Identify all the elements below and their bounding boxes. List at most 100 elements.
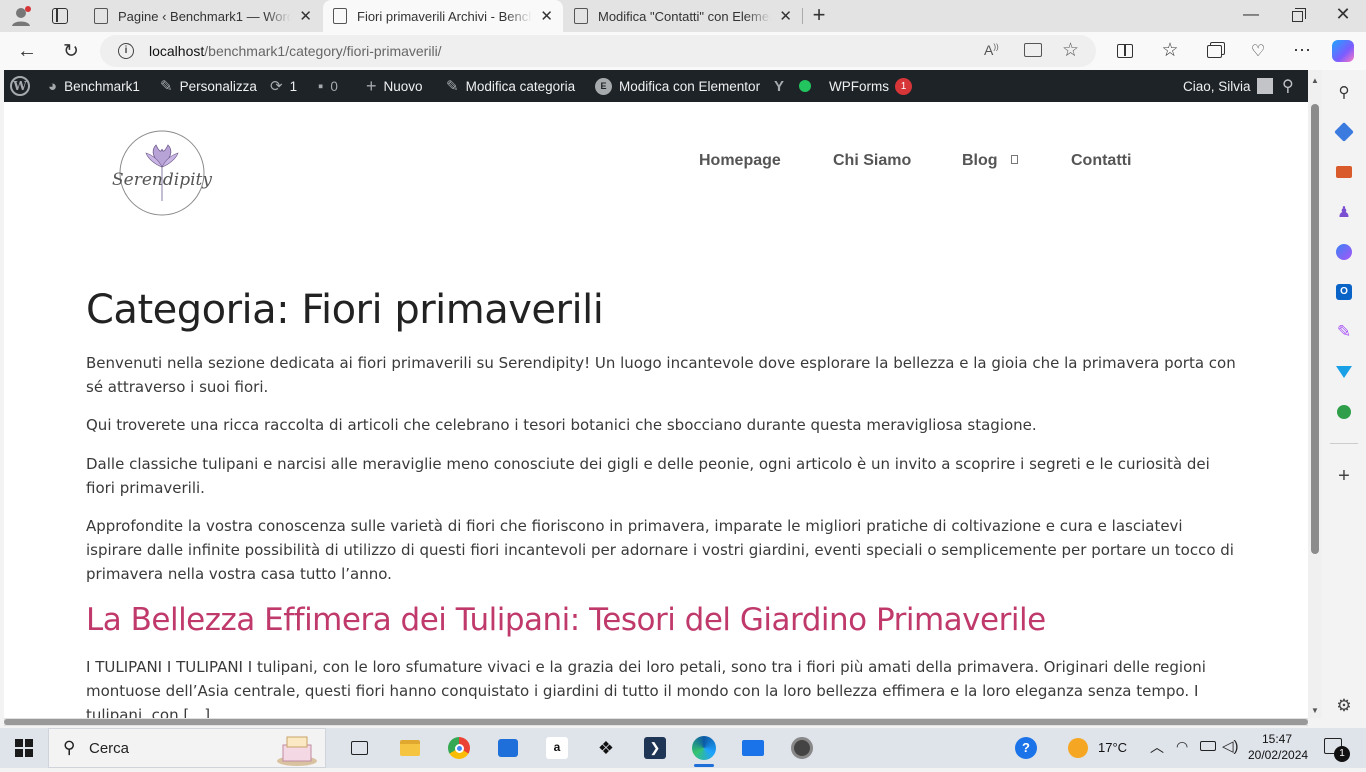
admin-customize-link[interactable]: ✎ Personalizza — [160, 70, 257, 102]
search-icon[interactable]: ⚲ — [1334, 82, 1354, 102]
url-text[interactable]: localhost/benchmark1/category/fiori-prim… — [149, 43, 442, 59]
weather-temp[interactable]: 17°C — [1098, 740, 1127, 755]
admin-site-link[interactable]: ◕ Benchmark1 — [48, 70, 140, 102]
serendipity-logo-image: Serendipity — [112, 130, 212, 216]
designer-icon[interactable]: ✎ — [1334, 322, 1354, 342]
amazon-icon[interactable]: a — [545, 736, 569, 760]
admin-search-icon[interactable]: ⚲ — [1282, 70, 1294, 102]
chevron-down-icon — [1011, 155, 1018, 164]
close-icon[interactable]: ✕ — [540, 7, 553, 25]
edge-icon[interactable] — [692, 736, 716, 760]
horizontal-scrollbar-thumb[interactable] — [4, 719, 1308, 725]
scroll-up-arrow[interactable]: ▲ — [1311, 76, 1319, 85]
address-bar[interactable]: i localhost/benchmark1/category/fiori-pr… — [100, 35, 1096, 67]
weather-icon[interactable] — [1066, 736, 1090, 760]
nav-homepage[interactable]: Homepage — [699, 152, 781, 170]
tab-actions-icon[interactable] — [52, 8, 68, 24]
admin-new-link[interactable]: + Nuovo — [366, 70, 423, 102]
url-path: /benchmark1/category/fiori-primaverili/ — [204, 43, 442, 59]
minimize-button[interactable]: — — [1236, 6, 1266, 26]
scroll-down-arrow[interactable]: ▼ — [1311, 706, 1319, 715]
app-available-icon[interactable] — [1024, 43, 1042, 57]
outlook-icon[interactable]: O — [1334, 282, 1354, 302]
wp-admin-bar: W ◕ Benchmark1 ✎ Personalizza ⟳ 1 ▪ 0 + Nuovo… — [4, 70, 1308, 102]
profile-icon[interactable] — [10, 5, 32, 27]
taskbar-search-text: Cerca — [89, 740, 130, 757]
horizontal-scrollbar[interactable] — [4, 718, 1308, 726]
help-icon[interactable]: ? — [1014, 736, 1038, 760]
microsoft-365-icon[interactable] — [1334, 242, 1354, 262]
read-aloud-icon[interactable]: A)) — [984, 42, 999, 58]
post-title-link[interactable]: La Bellezza Effimera dei Tulipani: Tesor… — [86, 602, 1046, 638]
admin-yoast-link[interactable]: Y — [774, 70, 812, 102]
browser-toolbar: ← ↻ i localhost/benchmark1/category/fior… — [0, 32, 1366, 70]
shopping-tag-icon[interactable] — [1334, 122, 1354, 142]
nav-blog[interactable]: Blog — [962, 152, 1018, 170]
refresh-button[interactable]: ↻ — [56, 36, 86, 66]
battery-icon[interactable] — [1200, 741, 1216, 751]
tab-pagine[interactable]: Pagine ‹ Benchmark1 — WordPress ✕ — [84, 0, 322, 32]
taskbar-search[interactable]: ⚲ Cerca — [48, 728, 326, 768]
close-icon[interactable]: ✕ — [779, 7, 792, 25]
store-icon[interactable] — [496, 736, 520, 760]
copilot-icon[interactable] — [1328, 36, 1358, 66]
vertical-scrollbar[interactable]: ▲ ▼ — [1308, 70, 1322, 718]
admin-wpforms-link[interactable]: WPForms 1 — [829, 70, 912, 102]
more-options-icon[interactable]: ⋯ — [1287, 35, 1317, 65]
wpforms-badge: 1 — [895, 77, 912, 95]
close-window-button[interactable]: ✕ — [1328, 4, 1358, 26]
greeting: Ciao, Silvia — [1183, 78, 1251, 94]
site-info-icon[interactable]: i — [118, 43, 134, 59]
wordpress-logo-icon[interactable]: W — [10, 70, 30, 102]
cake-icon — [275, 731, 319, 767]
customize-label: Personalizza — [179, 78, 257, 94]
volume-icon[interactable]: ◁) — [1222, 737, 1239, 755]
back-button[interactable]: ← — [12, 36, 42, 66]
dropbox-icon[interactable]: ❖ — [594, 736, 618, 760]
seo-status-dot — [799, 80, 812, 92]
favorites-icon[interactable]: ☆ — [1155, 35, 1185, 65]
site-logo[interactable]: Serendipity — [104, 129, 224, 219]
admin-account-link[interactable]: Ciao, Silvia — [1183, 70, 1273, 102]
add-icon[interactable]: + — [1334, 465, 1354, 487]
tab-fiori-primaverili[interactable]: Fiori primaverili Archivi - Benchmark1 ✕ — [323, 0, 563, 32]
admin-edit-category-link[interactable]: ✎ Modifica categoria — [446, 70, 575, 102]
tree-icon[interactable] — [1334, 402, 1354, 422]
logo-text: Serendipity — [112, 170, 212, 190]
admin-elementor-link[interactable]: E Modifica con Elementor — [595, 70, 760, 102]
new-tab-button[interactable]: + — [808, 4, 830, 28]
games-chess-icon[interactable]: ♟ — [1334, 202, 1354, 222]
wifi-icon[interactable]: ◠ — [1176, 738, 1188, 755]
updates-icon: ⟳ — [270, 78, 283, 95]
task-view-icon[interactable] — [347, 736, 371, 760]
clock-time[interactable]: 15:47 — [1262, 732, 1292, 746]
browser-tab-strip: Pagine ‹ Benchmark1 — WordPress ✕ Fiori … — [0, 0, 1366, 32]
nav-contatti[interactable]: Contatti — [1071, 152, 1131, 170]
intro-paragraph-1: Benvenuti nella sezione dedicata ai fior… — [86, 354, 1236, 396]
avatar — [1256, 78, 1273, 94]
browser-essentials-icon[interactable]: ♡ — [1243, 36, 1273, 66]
start-button[interactable] — [12, 736, 36, 760]
collections-icon[interactable] — [1199, 36, 1229, 66]
search-icon: ⚲ — [63, 738, 76, 757]
chrome-icon[interactable] — [447, 736, 471, 760]
nav-chi-siamo[interactable]: Chi Siamo — [833, 152, 911, 170]
tools-briefcase-icon[interactable] — [1334, 162, 1354, 182]
settings-gear-icon[interactable]: ⚙ — [1334, 696, 1354, 716]
file-explorer-icon[interactable] — [398, 736, 422, 760]
scrollbar-thumb[interactable] — [1311, 104, 1319, 554]
chevron-up-icon[interactable]: ︿ — [1150, 737, 1164, 757]
favorite-star-icon[interactable]: ☆ — [1062, 39, 1079, 62]
admin-updates-link[interactable]: ⟳ 1 — [270, 70, 297, 102]
site-name: Benchmark1 — [64, 78, 140, 94]
restore-button[interactable] — [1282, 6, 1312, 26]
split-screen-icon[interactable] — [1110, 36, 1140, 66]
mail-icon[interactable] — [741, 736, 765, 760]
tab-modifica-contatti[interactable]: Modifica "Contatti" con Elementor ✕ — [564, 0, 802, 32]
admin-comments-link[interactable]: ▪ 0 — [318, 70, 338, 102]
powershell-icon[interactable]: ❯ — [643, 736, 667, 760]
app-icon[interactable] — [790, 736, 814, 760]
close-icon[interactable]: ✕ — [299, 7, 312, 25]
clock-date[interactable]: 20/02/2024 — [1248, 748, 1308, 762]
drop-icon[interactable] — [1334, 362, 1354, 382]
